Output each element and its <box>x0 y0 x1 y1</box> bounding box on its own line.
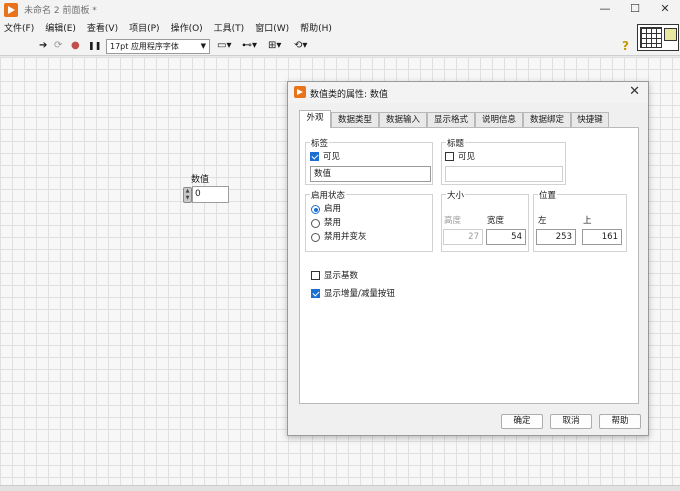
show-radix-label: 显示基数 <box>324 271 359 281</box>
font-select-value: 17pt 应用程序字体 <box>110 42 179 51</box>
tab-appearance[interactable]: 外观 <box>299 110 331 128</box>
caption-text-field[interactable] <box>445 166 563 182</box>
top-field[interactable]: 161 <box>582 229 622 245</box>
menu-operate[interactable]: 操作(O) <box>171 21 203 34</box>
disabled-radio[interactable] <box>311 219 320 228</box>
position-group-title: 位置 <box>538 189 558 201</box>
numeric-control[interactable]: 0 <box>192 186 229 203</box>
menu-help[interactable]: 帮助(H) <box>300 21 332 34</box>
top-label: 上 <box>583 216 592 226</box>
properties-dialog: 数值类的属性: 数值 ✕ 外观 数据类型 数据输入 显示格式 说明信息 数据绑定… <box>287 81 649 436</box>
tab-appearance-content: 标签 可见 数值 标题 可见 启用状态 启用 禁用 禁用并变灰 大小 高度 27… <box>299 127 639 404</box>
menu-window[interactable]: 窗口(W) <box>255 21 289 34</box>
close-button[interactable]: ✕ <box>650 0 680 19</box>
tab-data-binding[interactable]: 数据绑定 <box>523 112 571 127</box>
context-help-icon[interactable]: ? <box>622 39 629 53</box>
tab-data-entry[interactable]: 数据输入 <box>379 112 427 127</box>
abort-icon[interactable]: ● <box>71 40 80 52</box>
label-visible-checkbox[interactable] <box>310 152 319 161</box>
labview-logo-icon <box>294 86 306 98</box>
numeric-control-label: 数值 <box>191 175 210 185</box>
tab-key-navigation[interactable]: 快捷键 <box>571 112 609 127</box>
disabled-grayed-radio-label: 禁用并变灰 <box>324 232 367 242</box>
disabled-grayed-radio[interactable] <box>311 233 320 242</box>
reorder-icon[interactable]: ⟲▾ <box>294 40 307 52</box>
font-select[interactable]: 17pt 应用程序字体 ▼ <box>106 39 210 54</box>
vi-connector-icon[interactable] <box>637 24 679 51</box>
chevron-down-icon: ▼ <box>200 42 206 50</box>
ok-button[interactable]: 确定 <box>501 414 543 429</box>
window-title: 未命名 2 前面板 * <box>24 6 97 16</box>
pause-icon[interactable]: ❚❚ <box>88 40 101 52</box>
tab-display-format[interactable]: 显示格式 <box>427 112 475 127</box>
tab-data-type[interactable]: 数据类型 <box>331 112 379 127</box>
tab-documentation[interactable]: 说明信息 <box>475 112 523 127</box>
menu-file[interactable]: 文件(F) <box>4 21 34 34</box>
menu-view[interactable]: 查看(V) <box>87 21 118 34</box>
enabled-radio-label: 启用 <box>324 204 342 214</box>
label-visible-text: 可见 <box>323 152 341 162</box>
distribute-objects-icon[interactable]: ⊷▾ <box>242 40 257 52</box>
align-objects-icon[interactable]: ▭▾ <box>217 40 231 52</box>
show-incdec-label: 显示增量/减量按钮 <box>324 289 395 299</box>
run-continuously-icon[interactable]: ⟳ <box>54 40 62 52</box>
connector-pane-icon <box>640 27 662 48</box>
cancel-button[interactable]: 取消 <box>550 414 592 429</box>
labview-logo-icon <box>4 2 18 17</box>
width-field[interactable]: 54 <box>486 229 526 245</box>
enabled-state-title: 启用状态 <box>310 189 347 201</box>
panel-scroll-strip <box>0 485 680 491</box>
menu-tools[interactable]: 工具(T) <box>214 21 245 34</box>
label-text-field[interactable]: 数值 <box>310 166 431 182</box>
caption-visible-text: 可见 <box>458 152 476 162</box>
run-arrow-icon[interactable]: ➔ <box>39 40 47 52</box>
increment-decrement-icon[interactable]: ▲ ▼ <box>183 187 192 203</box>
maximize-button[interactable]: ☐ <box>620 0 650 19</box>
help-button[interactable]: 帮助 <box>599 414 641 429</box>
left-field[interactable]: 253 <box>536 229 576 245</box>
vi-mini-icon <box>664 28 677 41</box>
dialog-title-bar: 数值类的属性: 数值 ✕ <box>288 82 648 103</box>
menu-bar: 文件(F) 编辑(E) 查看(V) 项目(P) 操作(O) 工具(T) 窗口(W… <box>0 19 680 36</box>
dialog-close-icon[interactable]: ✕ <box>629 84 640 99</box>
left-label: 左 <box>538 216 547 226</box>
caption-visible-checkbox[interactable] <box>445 152 454 161</box>
resize-objects-icon[interactable]: ⊞▾ <box>268 40 281 52</box>
show-radix-checkbox[interactable] <box>311 271 320 280</box>
toolbar: ➔ ⟳ ● ❚❚ 17pt 应用程序字体 ▼ ▭▾ ⊷▾ ⊞▾ ⟲▾ <box>0 36 680 56</box>
caption-group-title: 标题 <box>446 137 466 149</box>
menu-edit[interactable]: 编辑(E) <box>45 21 76 34</box>
window-controls: — ☐ ✕ <box>590 0 680 19</box>
size-group-title: 大小 <box>446 189 466 201</box>
show-incdec-checkbox[interactable] <box>311 289 320 298</box>
width-label: 宽度 <box>487 216 505 226</box>
disabled-radio-label: 禁用 <box>324 218 342 228</box>
label-group-title: 标签 <box>310 137 330 149</box>
enabled-radio[interactable] <box>311 205 320 214</box>
dialog-title: 数值类的属性: 数值 <box>310 90 388 100</box>
minimize-button[interactable]: — <box>590 0 620 19</box>
height-label: 高度 <box>444 216 462 226</box>
menu-project[interactable]: 项目(P) <box>129 21 159 34</box>
title-bar: 未命名 2 前面板 * — ☐ ✕ <box>0 0 680 19</box>
height-field: 27 <box>443 229 483 245</box>
